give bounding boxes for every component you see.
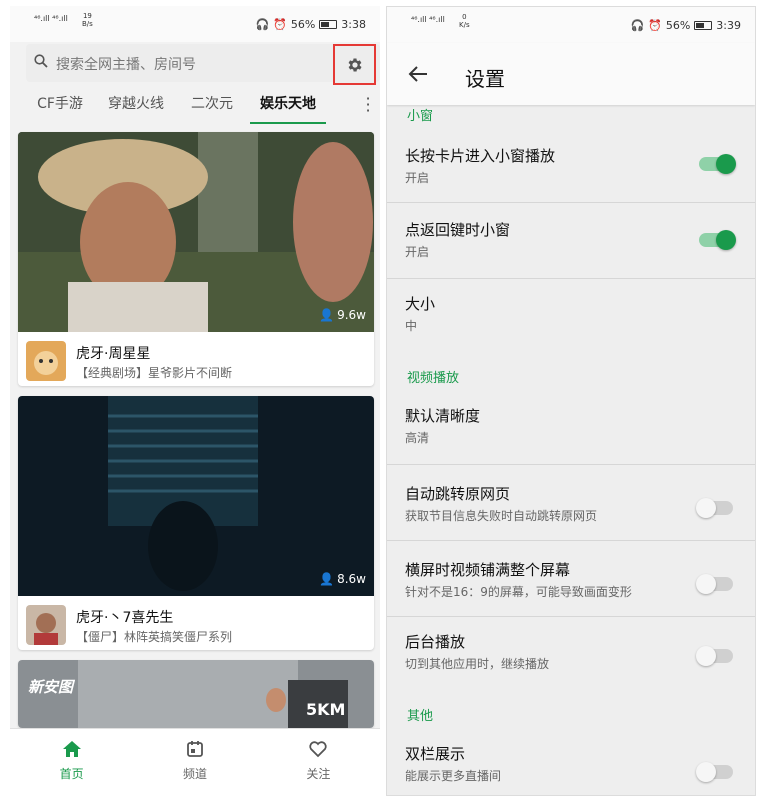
section-small-window: 小窗 <box>407 109 434 124</box>
signal-indicator: ⁴⁶.ıll ⁴⁶.ıll <box>34 14 68 23</box>
viewer-count: 👤 8.6w <box>319 572 366 586</box>
live-card[interactable]: 👤 9.6w 虎牙·周星星 【经典剧场】星爷影片不间断 <box>18 132 374 386</box>
back-arrow-icon[interactable] <box>407 63 429 85</box>
setting-fullscreen-fill[interactable]: 横屏时视频铺满整个屏幕 针对不是16：9的屏幕，可能导致画面变形 <box>387 541 755 617</box>
status-bar: ⁴⁶.ıll ⁴⁶.ıll 0 K/s 🎧 ⏰ 56% 3:39 <box>387 7 755 43</box>
app-bar: 设置 <box>387 43 755 105</box>
overlay-text: 5KM <box>306 700 346 719</box>
setting-longpress-small-window[interactable]: 长按卡片进入小窗播放 开启 <box>387 127 755 203</box>
person-icon: 👤 <box>319 308 335 322</box>
status-bar: ⁴⁶.ıll ⁴⁶.ıll 19 B/s 🎧 ⏰ 56% 3:38 <box>10 6 380 42</box>
signal-indicator: ⁴⁶.ıll ⁴⁶.ıll <box>411 15 445 24</box>
search-input[interactable]: 搜索全网主播、房间号 <box>56 54 196 74</box>
setting-default-quality[interactable]: 默认清晰度 高清 <box>387 389 755 465</box>
nav-home[interactable]: 首页 <box>10 729 133 796</box>
toggle-switch[interactable] <box>699 154 736 174</box>
section-video-playback: 视频播放 <box>407 371 460 386</box>
gear-icon <box>348 57 362 72</box>
tab-entertainment[interactable]: 娱乐天地 <box>250 92 326 124</box>
page-title: 设置 <box>465 67 505 91</box>
battery-icon <box>319 20 338 29</box>
setting-background-play[interactable]: 后台播放 切到其他应用时，继续播放 <box>387 617 755 693</box>
clock: 3:38 <box>341 18 366 31</box>
channel-logo: 新安图 <box>28 678 74 696</box>
setting-back-small-window[interactable]: 点返回键时小窗 开启 <box>387 203 755 279</box>
status-right: 🎧 ⏰ 56% 3:38 <box>255 18 366 31</box>
status-right: 🎧 ⏰ 56% 3:39 <box>630 19 741 32</box>
alarm-icon: ⏰ <box>273 18 287 31</box>
tab-cf-mobile[interactable]: CF手游 <box>22 92 98 124</box>
toggle-switch[interactable] <box>696 762 733 782</box>
toggle-switch[interactable] <box>699 230 736 250</box>
avatar <box>26 605 66 645</box>
streamer-name: 虎牙·丶7喜先生 <box>76 610 174 626</box>
battery-percent: 56% <box>290 18 316 31</box>
setting-size[interactable]: 大小 中 <box>387 279 755 355</box>
headphone-icon: 🎧 <box>630 19 645 32</box>
live-card[interactable]: 👤 8.6w 虎牙·丶7喜先生 【僵尸】林阵英搞笑僵尸系列 <box>18 396 374 650</box>
nav-follow[interactable]: 关注 <box>257 729 380 796</box>
clock: 3:39 <box>716 19 741 32</box>
live-card[interactable]: 新安图 5KM <box>18 660 374 728</box>
network-speed: 0 K/s <box>459 13 470 29</box>
toggle-switch[interactable] <box>696 574 733 594</box>
heart-icon <box>309 741 327 758</box>
category-tabs: CF手游 穿越火线 二次元 娱乐天地 · · · <box>22 91 380 124</box>
search-bar[interactable]: 搜索全网主播、房间号 <box>26 44 380 82</box>
tab-anime[interactable]: 二次元 <box>174 92 250 124</box>
more-tabs-icon[interactable]: · · · <box>364 91 372 119</box>
toggle-switch[interactable] <box>696 498 733 518</box>
home-icon <box>62 741 81 757</box>
headphone-icon: 🎧 <box>255 18 270 31</box>
channel-icon <box>187 741 203 757</box>
live-thumbnail <box>18 132 374 332</box>
live-thumbnail <box>18 396 374 596</box>
battery-icon <box>694 21 713 30</box>
toggle-switch[interactable] <box>696 646 733 666</box>
left-phone-screen: ⁴⁶.ıll ⁴⁶.ıll 19 B/s 🎧 ⏰ 56% 3:38 搜索全网主播、… <box>10 6 380 796</box>
streamer-name: 虎牙·周星星 <box>76 346 151 362</box>
bottom-navigation: 首页 频道 关注 <box>10 728 380 796</box>
setting-auto-redirect[interactable]: 自动跳转原网页 获取节目信息失败时自动跳转原网页 <box>387 465 755 541</box>
setting-dual-column[interactable]: 双栏展示 能展示更多直播间 <box>387 727 755 795</box>
settings-button[interactable] <box>333 44 376 85</box>
avatar <box>26 341 66 381</box>
stream-description: 【僵尸】林阵英搞笑僵尸系列 <box>76 630 233 644</box>
alarm-icon: ⏰ <box>648 19 662 32</box>
section-other: 其他 <box>407 709 434 724</box>
person-icon: 👤 <box>319 572 335 586</box>
battery-percent: 56% <box>665 19 691 32</box>
viewer-count: 👤 9.6w <box>319 308 366 322</box>
search-icon <box>34 54 48 68</box>
right-phone-screen: ⁴⁶.ıll ⁴⁶.ıll 0 K/s 🎧 ⏰ 56% 3:39 设置 小窗 长按… <box>386 6 756 796</box>
network-speed: 19 B/s <box>82 12 93 28</box>
stream-description: 【经典剧场】星爷影片不间断 <box>76 366 233 380</box>
nav-channel[interactable]: 频道 <box>133 729 256 796</box>
tab-crossfire[interactable]: 穿越火线 <box>98 92 174 124</box>
